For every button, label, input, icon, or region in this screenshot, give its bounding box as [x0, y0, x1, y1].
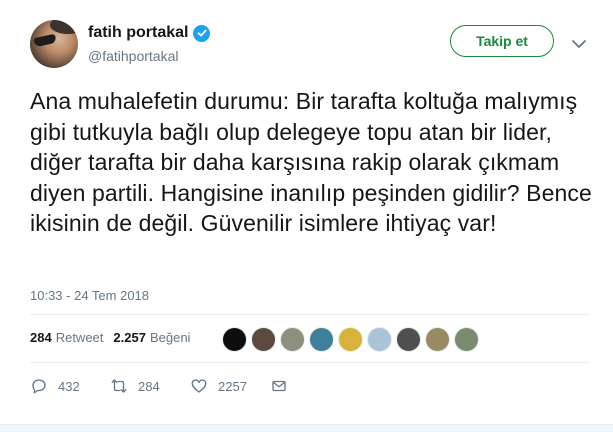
liker-avatar[interactable] [251, 327, 276, 352]
like-count[interactable]: 2.257 [113, 330, 146, 345]
tweet-stats: 284 Retweet 2.257 Beğeni [30, 330, 200, 345]
liker-avatar[interactable] [454, 327, 479, 352]
retweet-action-count: 284 [138, 378, 160, 394]
envelope-icon [272, 380, 286, 392]
liker-avatars [222, 327, 483, 352]
heart-icon [191, 379, 207, 393]
like-action-count: 2257 [218, 378, 247, 394]
chevron-down-icon[interactable] [571, 36, 587, 48]
liker-avatar[interactable] [222, 327, 247, 352]
divider-top [30, 314, 590, 315]
liker-avatar[interactable] [367, 327, 392, 352]
liker-avatar[interactable] [309, 327, 334, 352]
tweet-text: Ana muhalefetin durumu: Bir tarafta kolt… [30, 88, 592, 236]
divider-bottom [30, 362, 590, 363]
tweet-timestamp[interactable]: 10:33 - 24 Tem 2018 [30, 288, 149, 303]
avatar-glasses [33, 33, 57, 48]
retweet-button[interactable]: 284 [110, 377, 190, 395]
user-handle[interactable]: @fatihportakal [88, 48, 178, 64]
retweet-label[interactable]: Retweet [56, 330, 104, 345]
name-row: fatih portakal [88, 24, 211, 42]
retweet-icon [111, 379, 127, 393]
direct-message-button[interactable] [270, 377, 288, 395]
liker-avatar[interactable] [338, 327, 363, 352]
liker-avatar[interactable] [280, 327, 305, 352]
avatar[interactable] [30, 20, 78, 68]
reply-count: 432 [58, 378, 80, 394]
reply-button[interactable]: 432 [30, 377, 110, 395]
like-button[interactable]: 2257 [190, 377, 270, 395]
tweet-card: fatih portakal @fatihportakal Takip et A… [0, 0, 613, 432]
tweet-actions: 432 284 2257 [30, 377, 288, 395]
liker-avatar[interactable] [425, 327, 450, 352]
avatar-hair [50, 20, 78, 34]
follow-button[interactable]: Takip et [450, 25, 554, 57]
like-label[interactable]: Beğeni [150, 330, 190, 345]
retweet-count[interactable]: 284 [30, 330, 52, 345]
reply-icon [32, 379, 46, 394]
display-name[interactable]: fatih portakal [88, 24, 188, 42]
verified-badge-icon [193, 24, 211, 42]
liker-avatar[interactable] [396, 327, 421, 352]
